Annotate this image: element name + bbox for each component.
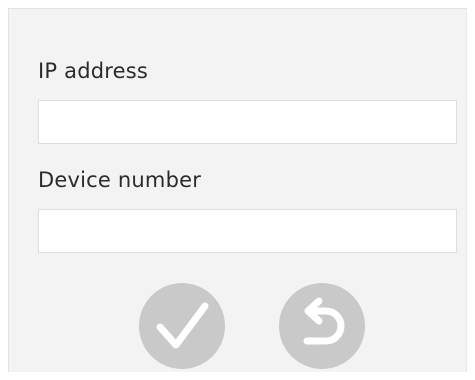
confirm-button[interactable] (139, 283, 225, 369)
ip-address-label: IP address (38, 59, 149, 83)
device-connection-dialog: IP address Device number (8, 8, 467, 372)
checkmark-icon (139, 283, 225, 369)
device-number-label: Device number (38, 168, 202, 192)
undo-arrow-icon (279, 283, 365, 369)
back-button[interactable] (279, 283, 365, 369)
ip-address-input[interactable] (38, 100, 457, 144)
device-number-input[interactable] (38, 209, 457, 253)
